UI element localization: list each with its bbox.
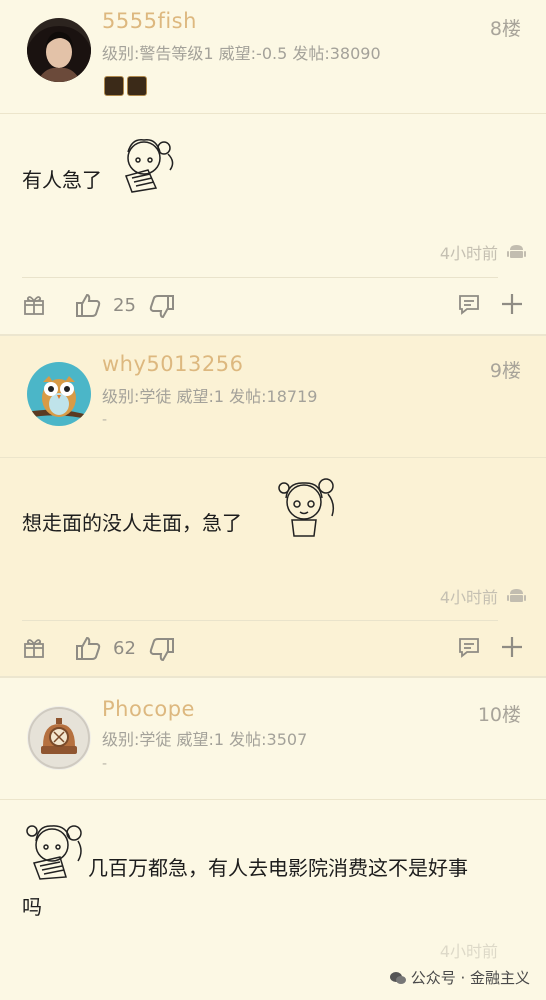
wechat-icon (389, 972, 406, 984)
avatar[interactable] (27, 18, 91, 82)
floor-number: 10楼 (477, 704, 521, 726)
like-count: 25 (113, 295, 136, 316)
post-content: 想走面的没人走面，急了 (22, 511, 242, 535)
thumbs-down-icon[interactable] (148, 636, 176, 668)
username[interactable]: why5013256 (102, 352, 243, 376)
sticker-icon (108, 132, 180, 198)
like-count: 62 (113, 638, 136, 659)
post-time: 4小时前 (439, 942, 498, 961)
thumbs-down-icon[interactable] (148, 293, 176, 325)
avatar[interactable] (27, 706, 91, 770)
comment-icon[interactable] (457, 635, 481, 663)
gift-icon[interactable] (22, 293, 46, 321)
user-signature: - (102, 412, 108, 428)
user-meta: 级别:学徒 威望:1 发帖:3507 (102, 730, 308, 749)
user-meta: 级别:学徒 威望:1 发帖:18719 (102, 387, 318, 406)
android-icon (507, 242, 526, 261)
sticker-icon (270, 474, 342, 544)
post-floor-9: why5013256 级别:学徒 威望:1 发帖:18719 9楼 - 想走面的… (0, 336, 546, 676)
user-signature: - (102, 756, 108, 772)
divider (22, 277, 498, 278)
thumbs-up-icon[interactable] (74, 634, 102, 666)
divider (0, 457, 546, 458)
android-icon (507, 586, 526, 605)
floor-number: 9楼 (489, 360, 521, 382)
plus-icon[interactable] (500, 292, 524, 320)
gift-icon[interactable] (22, 636, 46, 664)
divider (22, 620, 498, 621)
post-content: 有人急了 (22, 168, 102, 192)
post-floor-10: Phocope 级别:学徒 威望:1 发帖:3507 10楼 - 几百万都急，有… (0, 678, 546, 1000)
username[interactable]: Phocope (102, 697, 195, 721)
badge-icon (127, 76, 147, 96)
avatar[interactable] (27, 362, 91, 426)
post-floor-8: 5555fish 级别:警告等级1 威望:-0.5 发帖:38090 8楼 有人… (0, 0, 546, 334)
watermark: 公众号 · 金融主义 (389, 967, 530, 988)
post-time: 4小时前 (439, 244, 498, 263)
user-meta: 级别:警告等级1 威望:-0.5 发帖:38090 (102, 44, 381, 63)
post-content-continued: 吗 (22, 895, 42, 919)
comment-icon[interactable] (457, 292, 481, 320)
divider (0, 113, 546, 114)
post-content: 几百万都急，有人去电影院消费这不是好事 (88, 856, 468, 880)
floor-number: 8楼 (489, 18, 521, 40)
plus-icon[interactable] (500, 635, 524, 663)
divider (0, 799, 546, 800)
watermark-text: 公众号 · 金融主义 (410, 969, 530, 987)
thumbs-up-icon[interactable] (74, 291, 102, 323)
badge-icon (104, 76, 124, 96)
sticker-icon (20, 819, 90, 885)
post-time: 4小时前 (439, 588, 498, 607)
username[interactable]: 5555fish (102, 9, 197, 33)
